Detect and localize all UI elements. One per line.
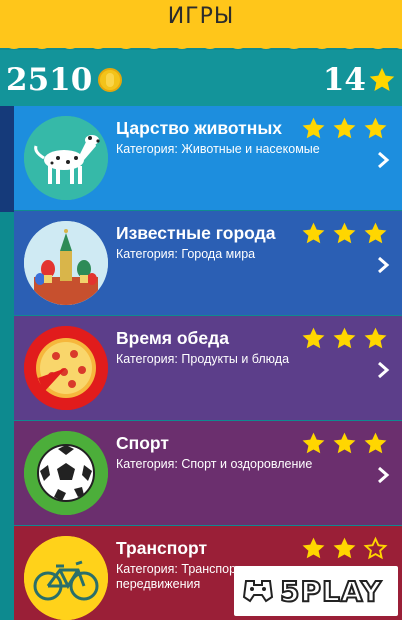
- star-filled-icon: [364, 327, 387, 349]
- watermark-logo: 5PLAY: [234, 566, 398, 616]
- star-filled-icon: [333, 222, 356, 244]
- category-subtitle: Категория: Города мира: [116, 247, 256, 261]
- star-filled-icon: [302, 432, 325, 454]
- category-card-food[interactable]: Время обеда Категория: Продукты и блюда: [14, 316, 402, 420]
- star-rating: [301, 536, 388, 561]
- category-card-animals[interactable]: Царство животных Категория: Животные и н…: [14, 106, 402, 210]
- star-filled-icon: [333, 432, 356, 454]
- category-card-cities[interactable]: Известные города Категория: Города мира: [14, 211, 402, 315]
- category-title: Время обеда: [116, 328, 229, 348]
- list-side-rail: [0, 106, 14, 620]
- page-title: ИГРЫ: [167, 4, 235, 29]
- coin-count: 2510: [6, 62, 93, 98]
- category-subtitle: Категория: Спорт и оздоровление: [116, 457, 313, 471]
- star-filled-icon: [364, 117, 387, 139]
- chevron-right-icon[interactable]: [376, 465, 390, 485]
- coin-icon: [98, 68, 123, 92]
- category-title: Царство животных: [116, 118, 283, 138]
- star-rating: [301, 116, 388, 141]
- kremlin-icon: [24, 221, 108, 305]
- star-rating: [301, 326, 388, 351]
- star-filled-icon: [302, 117, 325, 139]
- star-icon: [369, 67, 395, 91]
- awning-scallop: [1, 34, 402, 49]
- star-filled-icon: [333, 117, 356, 139]
- star-filled-icon: [364, 222, 387, 244]
- stats-bar: 2510 14: [0, 50, 402, 106]
- category-list: Царство животных Категория: Животные и н…: [0, 106, 402, 620]
- star-rating: [301, 221, 388, 246]
- star-balance: 14: [323, 62, 396, 98]
- gamepad-icon: [242, 580, 274, 603]
- category-card-sport[interactable]: Спорт Категория: Спорт и оздоровление: [14, 421, 402, 525]
- bicycle-icon: [24, 536, 108, 620]
- app-header: ИГРЫ: [0, 0, 402, 49]
- star-rating: [301, 431, 388, 456]
- category-title: Транспорт: [116, 538, 208, 558]
- chevron-right-icon[interactable]: [376, 255, 390, 275]
- star-filled-icon: [364, 432, 387, 454]
- watermark-text: 5PLAY: [279, 574, 383, 609]
- star-filled-icon: [302, 537, 325, 559]
- selection-indicator: [0, 106, 14, 212]
- chevron-right-icon[interactable]: [376, 150, 390, 170]
- star-filled-icon: [302, 327, 325, 349]
- star-filled-icon: [333, 537, 356, 559]
- pizza-icon: [24, 326, 108, 410]
- category-title: Известные города: [116, 223, 276, 243]
- category-title: Спорт: [116, 433, 169, 453]
- soccer-ball-icon: [24, 431, 108, 515]
- category-subtitle: Категория: Продукты и блюда: [116, 352, 290, 366]
- star-count: 14: [322, 62, 366, 98]
- dalmatian-icon: [24, 116, 108, 200]
- star-filled-icon: [333, 327, 356, 349]
- star-empty-icon: [363, 536, 388, 560]
- star-filled-icon: [302, 222, 325, 244]
- coin-balance: 2510: [6, 62, 123, 98]
- category-subtitle: Категория: Животные и насекомые: [116, 142, 320, 156]
- chevron-right-icon[interactable]: [376, 360, 390, 380]
